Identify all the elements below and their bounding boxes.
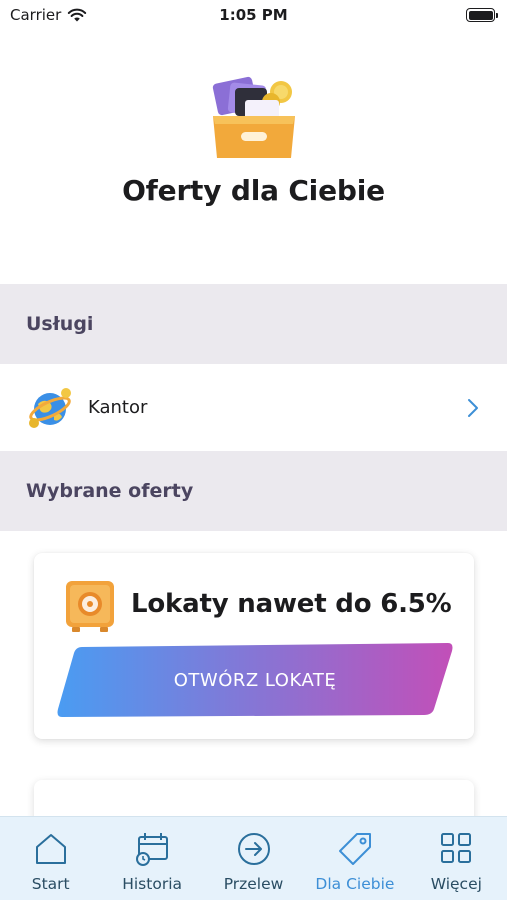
tab-start[interactable]: Start — [0, 817, 101, 900]
open-deposit-label: OTWÓRZ LOKATĘ — [173, 670, 337, 691]
grid-icon — [441, 833, 472, 863]
tab-historia[interactable]: Historia — [101, 817, 202, 900]
chevron-right-icon — [468, 399, 478, 417]
open-deposit-button[interactable]: OTWÓRZ LOKATĘ — [56, 643, 454, 717]
tab-dla-ciebie[interactable]: Dla Ciebie — [304, 817, 405, 900]
status-time: 1:05 PM — [219, 6, 288, 24]
service-row-kantor[interactable]: Kantor — [0, 364, 507, 451]
transfer-arrow-icon — [237, 833, 270, 865]
tab-label: Więcej — [430, 875, 482, 893]
services-section-header: Usługi — [0, 284, 507, 364]
safe-icon — [66, 581, 114, 632]
offer-card-deposit[interactable]: Lokaty nawet do 6.5% OTWÓRZ LOKATĘ — [34, 553, 474, 739]
tab-label: Przelew — [223, 875, 284, 893]
service-label: Kantor — [88, 397, 148, 418]
battery-icon — [466, 8, 498, 22]
offer-title: Lokaty nawet do 6.5% — [131, 589, 452, 619]
status-bar: Carrier 1:05 PM — [0, 0, 507, 32]
tab-label: Dla Ciebie — [315, 875, 395, 893]
home-icon — [35, 834, 66, 864]
offers-header-label: Wybrane oferty — [26, 480, 194, 502]
tab-przelew[interactable]: Przelew — [203, 817, 304, 900]
page-title: Oferty dla Ciebie — [122, 174, 385, 207]
tab-label: Start — [31, 875, 70, 893]
tab-label: Historia — [122, 875, 182, 893]
offers-box-icon — [212, 76, 295, 158]
tag-icon — [338, 833, 371, 865]
history-calendar-icon — [136, 833, 169, 866]
tab-wiecej[interactable]: Więcej — [406, 817, 507, 900]
globe-coins-icon — [29, 388, 71, 428]
tab-bar: Start Historia Przelew Dla Ciebie Więcej — [0, 816, 507, 900]
services-header-label: Usługi — [26, 313, 94, 335]
offers-section-header: Wybrane oferty — [0, 451, 507, 531]
